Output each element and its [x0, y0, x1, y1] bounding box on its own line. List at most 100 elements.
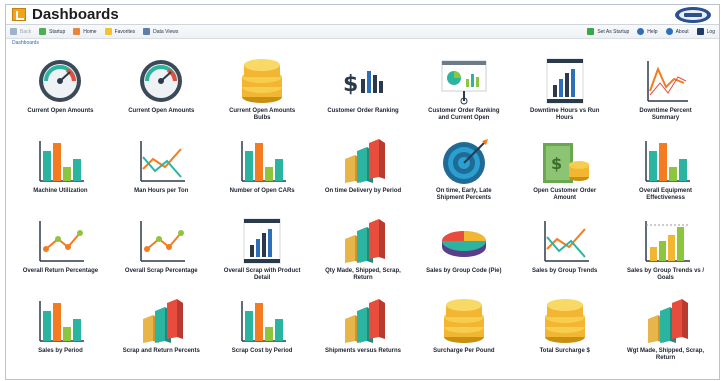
app-window: Dashboards Back Startup Home Favorites D…: [5, 4, 720, 380]
dashboard-tile[interactable]: Scrap and Return Percents: [111, 291, 212, 371]
dashboard-tile[interactable]: On time Delivery by Period: [313, 131, 414, 211]
help-button[interactable]: Help: [637, 28, 658, 35]
dashboard-tile[interactable]: On time, Early, Late Shipment Percents: [413, 131, 514, 211]
favorites-button[interactable]: Favorites: [104, 28, 135, 35]
warning-icon: [696, 28, 704, 35]
data-views-button[interactable]: Data Views: [143, 28, 178, 35]
dashboard-tile[interactable]: Overall Scrap with Product Detail: [212, 211, 313, 291]
dashboard-tile-label: Current Open Amounts: [27, 108, 94, 114]
svg-text:$: $: [551, 154, 562, 173]
dashboard-tile-label: Sales by Period: [38, 348, 83, 354]
dashboard-tile-label: On time Delivery by Period: [324, 188, 402, 194]
dashboard-tile-label: Downtime Percent Summary: [639, 108, 692, 122]
dashboard-tile-label: Man Hours per Ton: [134, 188, 189, 194]
dashboard-tile-label: Sales by Group Trends vs / Goals: [627, 268, 705, 282]
coins-icon: [544, 299, 585, 343]
dashboard-tile-label: Machine Utilization: [33, 188, 88, 194]
money-icon: $: [542, 143, 589, 183]
checkmark-icon: [587, 28, 595, 35]
dashboard-tile-label: Open Customer Order Amount: [533, 188, 597, 202]
dashboard-tile[interactable]: Sales by Group Code (Pie): [413, 211, 514, 291]
dashboard-tile-label: Qty Made, Shipped, Scrap, Return: [325, 268, 401, 282]
line-chart-icon: [543, 221, 589, 262]
target-icon: [442, 139, 488, 184]
dashboard-tile[interactable]: Sales by Group Trends: [514, 211, 615, 291]
gauge-icon: [39, 60, 82, 102]
dashboard-tile-label: Overall Return Percentage: [22, 268, 99, 274]
3d-bars-icon: [344, 299, 385, 343]
bar-chart-icon: [39, 141, 85, 182]
bar-chart-icon: [241, 301, 287, 342]
dashboard-tile-label: Total Surcharge $: [539, 348, 590, 354]
home-button[interactable]: Home: [73, 28, 97, 35]
dashboard-tile-label: Current Open Amounts Bulbs: [229, 108, 296, 122]
goal-bars-icon: [644, 221, 690, 262]
dot-line-icon: [39, 221, 85, 262]
dashboard-tile[interactable]: Sales by Period: [10, 291, 111, 371]
dashboard-tile[interactable]: Surcharge Per Pound: [413, 291, 514, 371]
company-logo: [675, 6, 711, 23]
dashboard-tile-label: Customer Order Ranking: [327, 108, 399, 114]
bar-board-icon: [546, 58, 584, 104]
dashboard-tile[interactable]: Overall Equipment Effectiveness: [615, 131, 716, 211]
breadcrumb[interactable]: Dashboards: [6, 39, 719, 47]
dashboard-tile[interactable]: Downtime Hours vs Run Hours: [514, 51, 615, 131]
back-arrow-icon: [10, 28, 17, 35]
about-button[interactable]: About: [665, 28, 689, 35]
dashboard-tile-label: Overall Scrap Percentage: [124, 268, 198, 274]
dashboard-tile[interactable]: Sales by Group Trends vs / Goals: [615, 211, 716, 291]
dashboard-tile[interactable]: Scrap Cost by Period: [212, 291, 313, 371]
set-as-startup-button[interactable]: Set As Startup: [587, 28, 629, 35]
dashboard-tile-label: Overall Equipment Effectiveness: [639, 188, 693, 202]
3d-bars-icon: [143, 299, 184, 343]
info-icon: [665, 28, 673, 35]
startup-button[interactable]: Startup: [39, 28, 65, 35]
pie-icon: [441, 231, 486, 257]
dollar-bars-icon: $: [343, 71, 383, 97]
toolbar-right: Set As Startup Help About Log: [587, 28, 715, 35]
dashboard-tile[interactable]: Current Open Amounts Bulbs: [212, 51, 313, 131]
dashboard-tile[interactable]: Current Open Amounts: [10, 51, 111, 131]
log-button[interactable]: Log: [696, 28, 715, 35]
toolbar: Back Startup Home Favorites Data Views S…: [6, 25, 719, 39]
help-icon: [637, 28, 645, 35]
dashboard-tile[interactable]: Total Surcharge $: [514, 291, 615, 371]
bar-board-icon: [243, 218, 281, 264]
dashboard-tile[interactable]: Overall Scrap Percentage: [111, 211, 212, 291]
dashboard-tile[interactable]: Downtime Percent Summary: [615, 51, 716, 131]
dashboard-tile-label: Shipments versus Returns: [324, 348, 401, 354]
dashboard-tile[interactable]: Wgt Made, Shipped, Scrap, Return: [615, 291, 716, 371]
back-button[interactable]: Back: [10, 28, 31, 35]
dashboard-tile-label: Scrap Cost by Period: [231, 348, 293, 354]
dot-line-icon: [140, 221, 186, 262]
dashboard-tile[interactable]: Customer Order Ranking and Current Open: [413, 51, 514, 131]
dashboard-tile[interactable]: $ Open Customer Order Amount: [514, 131, 615, 211]
3d-bars-icon: [344, 219, 385, 263]
dashboard-tile-label: Customer Order Ranking and Current Open: [428, 108, 500, 122]
startup-icon: [39, 28, 47, 35]
dashboard-tile-label: Surcharge Per Pound: [433, 348, 495, 354]
title-bar: Dashboards: [6, 5, 719, 25]
dashboard-tile[interactable]: Overall Return Percentage: [10, 211, 111, 291]
dashboard-tile[interactable]: Number of Open CARs: [212, 131, 313, 211]
dashboard-tile[interactable]: Qty Made, Shipped, Scrap, Return: [313, 211, 414, 291]
star-icon: [104, 28, 112, 35]
dashboard-tile-label: Number of Open CARs: [229, 188, 295, 194]
presentation-icon: [441, 60, 487, 105]
home-icon: [73, 28, 81, 35]
dashboard-tile[interactable]: $ Customer Order Ranking: [313, 51, 414, 131]
dashboard-tile-label: Overall Scrap with Product Detail: [223, 268, 301, 282]
dashboard-tile[interactable]: Current Open Amounts: [111, 51, 212, 131]
dashboard-tile-label: Wgt Made, Shipped, Scrap, Return: [627, 348, 705, 362]
dashboard-tile[interactable]: Machine Utilization: [10, 131, 111, 211]
line-chart-icon: [140, 141, 186, 182]
grid-icon: [143, 28, 151, 35]
dashboard-tile[interactable]: Shipments versus Returns: [313, 291, 414, 371]
svg-text:$: $: [343, 72, 358, 97]
gauge-icon: [140, 60, 183, 102]
bar-chart-icon: [644, 141, 690, 182]
bar-chart-icon: [241, 141, 287, 182]
dashboard-tile[interactable]: Man Hours per Ton: [111, 131, 212, 211]
3d-bars-icon: [344, 139, 385, 183]
coins-icon: [242, 59, 283, 103]
